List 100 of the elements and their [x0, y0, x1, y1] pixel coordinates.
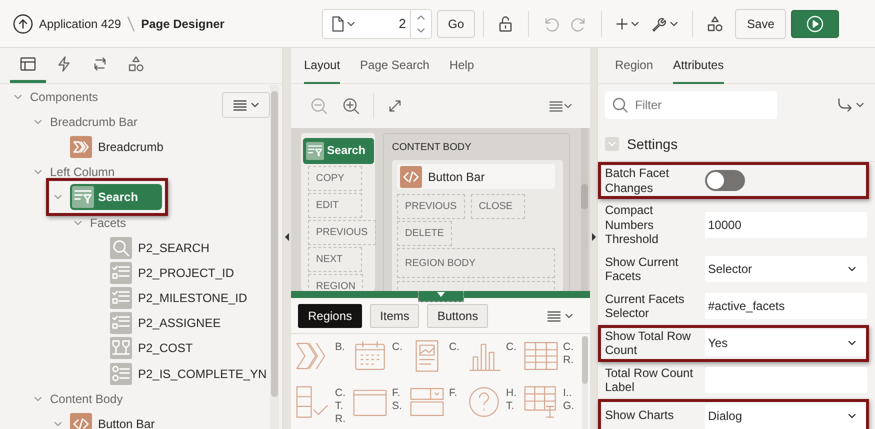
code-icon [400, 166, 422, 188]
shapes-icon [127, 55, 145, 73]
button-placeholder[interactable]: EDIT [308, 193, 362, 218]
text-field[interactable]: #active_facets [705, 293, 867, 319]
tree-node[interactable]: Breadcrumb Bar [50, 114, 138, 129]
region-title[interactable]: Search [303, 138, 374, 164]
gallery-tab[interactable]: Regions [298, 304, 362, 328]
property-tab[interactable]: Attributes [673, 48, 724, 84]
property-label: Current Facets Selector [605, 292, 686, 320]
scrollbar[interactable] [581, 128, 588, 291]
gallery-item-label[interactable]: C. T. R. [335, 387, 349, 426]
property-label: Batch Facet Changes [605, 166, 670, 195]
go-to-group-button[interactable] [837, 97, 865, 113]
tree-node[interactable]: Left Column [50, 165, 115, 180]
button-placeholder[interactable]: PREVIOUS [397, 194, 465, 219]
gallery-item-label[interactable]: H. T. [506, 387, 520, 413]
search-icon [110, 236, 132, 259]
gallery-item-label[interactable]: C. [392, 341, 406, 354]
property-label: Compact Numbers Threshold [605, 203, 660, 246]
tree-node[interactable]: P2_MILESTONE_ID [138, 291, 248, 306]
zoom-in-icon [342, 97, 360, 115]
gallery-item-label[interactable]: F. S. [392, 387, 406, 413]
menu-icon [549, 100, 563, 112]
up-caret-icon[interactable] [416, 14, 426, 20]
app-link[interactable]: Application 429 [39, 16, 122, 30]
checklist-icon [295, 385, 331, 419]
tree-node[interactable]: Facets [90, 216, 126, 230]
tree-node[interactable]: Button Bar [98, 417, 155, 429]
shapes-icon [706, 14, 724, 32]
play-icon [806, 14, 824, 32]
gallery-tab[interactable]: Items [370, 304, 420, 328]
gallery-item-label[interactable]: C. R. [563, 341, 577, 367]
select-field[interactable]: Selector [705, 256, 867, 282]
button-placeholder[interactable]: NEXT [308, 247, 362, 272]
tree-node[interactable]: Breadcrumb [98, 140, 164, 154]
tree-node[interactable]: P2_COST [138, 341, 193, 356]
layout-tab[interactable]: Page Search [360, 48, 430, 84]
help-icon [466, 385, 502, 419]
return-arrow-icon [837, 97, 853, 113]
gallery-item-label[interactable]: I.. G. [563, 387, 577, 413]
search-icon [612, 97, 628, 113]
tree-node[interactable]: P2_SEARCH [138, 240, 210, 255]
run-button[interactable] [791, 10, 840, 38]
region-title[interactable]: Button Bar [397, 164, 555, 189]
go-button[interactable]: Go [437, 10, 476, 38]
caret-icon[interactable] [53, 419, 63, 429]
menu-icon [547, 310, 561, 322]
text-field[interactable]: 10000 [705, 212, 867, 238]
caret-icon [855, 100, 865, 110]
page-title: Page Designer [141, 16, 224, 30]
checkbox-icon [110, 262, 132, 284]
layout-icon[interactable] [19, 55, 37, 73]
range-icon [110, 337, 132, 360]
scrollbar[interactable] [270, 85, 279, 429]
gallery-tab[interactable]: Buttons [427, 304, 488, 328]
select-field[interactable]: Yes [705, 330, 867, 356]
layout-tab[interactable]: Layout [304, 48, 340, 84]
splitter-handle[interactable] [418, 291, 464, 302]
page-icon [331, 16, 345, 32]
gallery-item-label[interactable]: F. [449, 387, 463, 400]
gallery-item-label[interactable]: C. [506, 341, 520, 354]
filter-field[interactable]: Filter [605, 91, 777, 119]
button-placeholder[interactable]: PREVIOUS [308, 220, 376, 245]
button-placeholder[interactable]: DELETE [397, 221, 452, 246]
plus-icon [615, 16, 630, 30]
tree-node[interactable]: Components [30, 90, 98, 104]
save-button[interactable]: Save [735, 8, 786, 38]
toggle-switch[interactable] [705, 170, 745, 191]
tree-node[interactable]: Content Body [50, 392, 123, 406]
caret-icon [847, 338, 857, 348]
property-tab[interactable]: Region [615, 48, 654, 84]
breadcrumb-icon [70, 136, 92, 158]
search-region-icon [72, 186, 94, 208]
table-icon [523, 339, 559, 373]
code-icon [70, 413, 92, 429]
expand-icon [387, 98, 403, 114]
region-body-placeholder[interactable]: REGION BODY [397, 248, 555, 278]
gallery-item-label[interactable]: B. [335, 341, 349, 354]
down-caret-icon[interactable] [416, 28, 426, 34]
layout-tab[interactable]: Help [449, 48, 474, 84]
text-field[interactable] [705, 367, 867, 393]
menu-button[interactable] [222, 92, 270, 118]
tree-node[interactable]: P2_IS_COMPLETE_YN [138, 366, 267, 381]
tree-node[interactable]: P2_PROJECT_ID [138, 266, 234, 280]
button-placeholder[interactable]: COPY [308, 166, 362, 191]
page-selector[interactable]: 2 [322, 8, 432, 38]
button-placeholder[interactable]: CLOSE [470, 194, 525, 219]
radio-icon [110, 362, 132, 385]
property-label: Show Charts [605, 408, 675, 423]
scrollbar[interactable] [582, 336, 588, 429]
page-number-field[interactable]: 2 [364, 16, 410, 31]
property-label: Show Total Row Count [605, 328, 692, 358]
calendar-icon [352, 339, 388, 373]
zoom-out-icon [310, 97, 328, 115]
tree-node[interactable]: Search [70, 184, 162, 210]
select-field[interactable]: Dialog [705, 402, 867, 428]
tree-node[interactable]: P2_ASSIGNEE [138, 316, 221, 330]
checkbox-icon [110, 287, 132, 310]
property-label: Show Current Facets [605, 254, 680, 284]
gallery-item-label[interactable]: C. [449, 341, 463, 354]
